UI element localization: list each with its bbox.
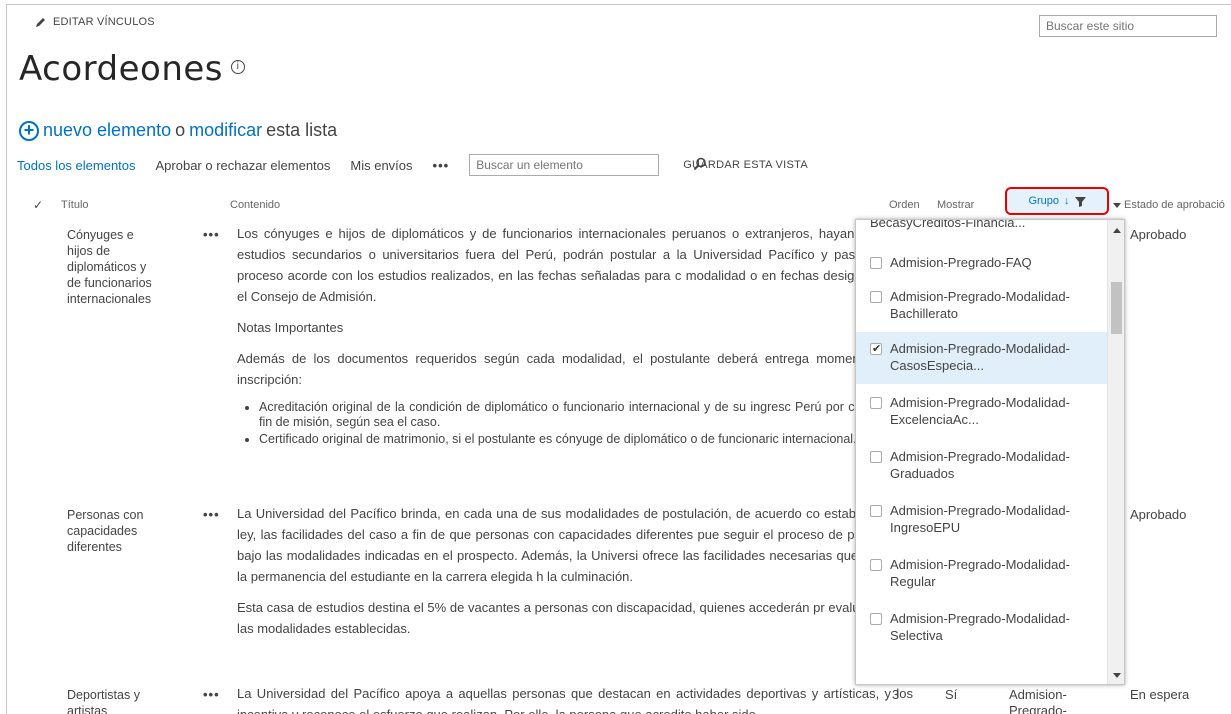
column-header-title[interactable]: Título — [61, 199, 89, 211]
page-title: Acordeones i — [19, 49, 246, 89]
row-show: Sí — [945, 687, 958, 702]
filter-checkbox-checked[interactable] — [870, 341, 882, 358]
row-content: Los cónyuges e hijos de diplomáticos y d… — [237, 223, 913, 449]
scrollbar-thumb[interactable] — [1111, 282, 1122, 334]
row-content: La Universidad del Pacífico brinda, en c… — [237, 506, 913, 636]
filter-option[interactable]: Admision-Pregrado-Modalidad- ExcelenciaAc… — [856, 394, 1108, 428]
new-item-command: + nuevo elemento o modificar esta lista — [19, 120, 337, 141]
filter-icon — [1074, 196, 1086, 207]
row-content: La Universidad del Pacífico apoya a aque… — [237, 686, 913, 714]
column-header-group[interactable]: Grupo ↓ — [1005, 187, 1109, 215]
filter-option[interactable]: Admision-Pregrado-Modalidad- Graduados — [856, 448, 1108, 482]
more-views-button[interactable]: ••• — [433, 158, 450, 173]
search-icon[interactable] — [693, 157, 707, 171]
filter-checkbox[interactable] — [870, 451, 882, 463]
row-approval-status: Aprobado — [1130, 507, 1187, 522]
column-header-show[interactable]: Mostrar — [937, 199, 974, 211]
row-title[interactable]: Personas con capacidades diferentes — [67, 507, 143, 555]
filter-checkbox[interactable] — [870, 505, 882, 517]
filter-option-selected[interactable]: Admision-Pregrado-Modalidad-CasosEspecia… — [856, 332, 1108, 384]
filter-option[interactable]: Admision-Pregrado-FAQ — [856, 254, 1108, 271]
filter-checkbox[interactable] — [870, 613, 882, 625]
edit-links-button[interactable]: EDITAR VÍNCULOS — [35, 16, 155, 28]
filter-checkbox[interactable] — [870, 397, 882, 409]
view-my-submissions[interactable]: Mis envíos — [350, 158, 412, 173]
dropdown-scrollbar[interactable] — [1107, 220, 1124, 684]
row-approval-status: Aprobado — [1130, 227, 1187, 242]
modify-link[interactable]: modificar — [189, 120, 262, 141]
row-menu-button[interactable]: ••• — [203, 687, 220, 702]
list-search-input[interactable] — [469, 154, 660, 176]
info-icon[interactable]: i — [231, 59, 246, 74]
filter-option[interactable]: Admision-Pregrado-Modalidad- Regular — [856, 556, 1108, 590]
filter-checkbox[interactable] — [870, 559, 882, 571]
filter-checkbox[interactable] — [870, 257, 882, 269]
filter-checkbox[interactable] — [870, 291, 882, 303]
filter-option[interactable]: Admision-Pregrado-Modalidad- Bachillerato — [856, 288, 1108, 322]
column-header-approval[interactable]: Estado de aprobació — [1124, 199, 1225, 211]
or-text: o — [175, 120, 186, 140]
row-order: 3 — [892, 687, 900, 702]
row-title[interactable]: Deportistas y artistas — [67, 687, 140, 714]
add-icon[interactable]: + — [19, 120, 39, 141]
page-frame: EDITAR VÍNCULOS Acordeonesi + nuevo elem… — [6, 4, 1231, 714]
new-item-link[interactable]: nuevo elemento — [43, 120, 171, 141]
view-selector: Todos los elementos Aprobar o rechazar e… — [17, 154, 808, 176]
filter-option[interactable]: Admision-Pregrado-Modalidad- Selectiva — [856, 610, 1108, 644]
view-approve[interactable]: Aprobar o rechazar elementos — [156, 158, 331, 173]
pencil-icon — [36, 18, 45, 27]
column-header-content[interactable]: Contenido — [230, 199, 280, 211]
row-group: Admision- Pregrado- — [1009, 687, 1067, 714]
group-filter-dropdown: BecasyCreditos-Financia... Admision-Preg… — [855, 219, 1125, 685]
site-search-input[interactable] — [1039, 15, 1217, 37]
sort-descending-icon: ↓ — [1064, 195, 1070, 207]
filter-option[interactable]: Admision-Pregrado-Modalidad- IngresoEPU — [856, 502, 1108, 536]
row-approval-status: En espera — [1130, 687, 1190, 702]
select-all-checkmark[interactable]: ✓ — [33, 198, 43, 212]
view-all-items[interactable]: Todos los elementos — [17, 158, 136, 173]
scroll-down-icon[interactable] — [1113, 673, 1121, 678]
scroll-up-icon[interactable] — [1113, 228, 1121, 233]
row-menu-button[interactable]: ••• — [203, 507, 220, 522]
filter-option[interactable]: BecasyCreditos-Financia... — [856, 220, 1108, 231]
column-header-order[interactable]: Orden — [889, 199, 920, 211]
edit-links-label: EDITAR VÍNCULOS — [53, 16, 155, 28]
row-menu-button[interactable]: ••• — [203, 227, 220, 242]
row-title[interactable]: Cónyuges e hijos de diplomáticos y de fu… — [67, 227, 152, 307]
group-header-label: Grupo — [1028, 195, 1060, 207]
this-list-text: esta lista — [266, 120, 338, 140]
group-menu-caret-icon[interactable] — [1113, 203, 1121, 208]
